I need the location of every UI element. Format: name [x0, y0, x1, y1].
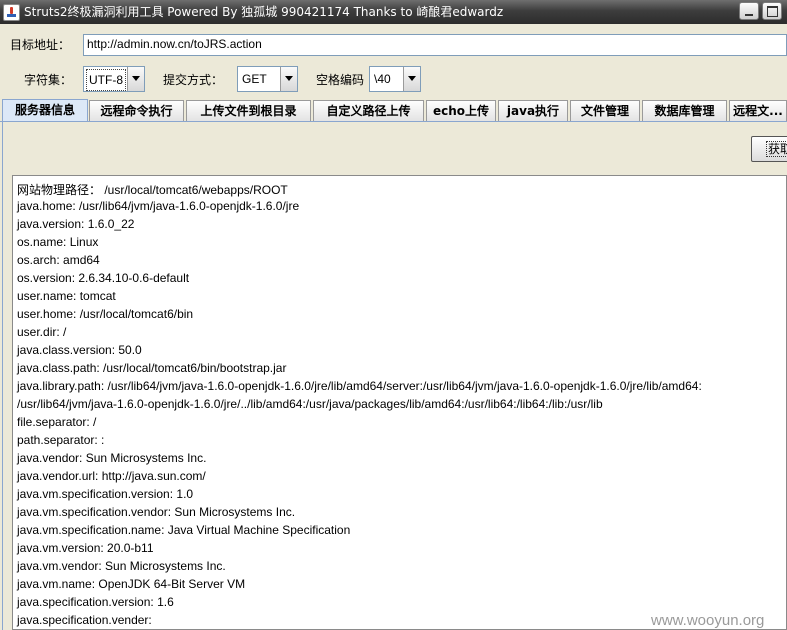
server-info-output[interactable]: 网站物理路径： /usr/local/tomcat6/webapps/ROOT …: [12, 175, 787, 630]
output-line: java.vm.specification.name: Java Virtual…: [17, 523, 351, 537]
tab-echo-upload[interactable]: echo上传: [426, 100, 496, 121]
charset-label: 字符集：: [24, 73, 73, 87]
output-line: java.vendor: Sun Microsystems Inc.: [17, 451, 207, 465]
target-url-label: 目标地址：: [10, 38, 71, 52]
output-line: os.arch: amd64: [17, 253, 100, 267]
output-line: /usr/lib64/jvm/java-1.6.0-openjdk-1.6.0/…: [17, 397, 603, 411]
minimize-icon[interactable]: [739, 2, 759, 20]
output-line: java.class.version: 50.0: [17, 343, 142, 357]
space-encoding-label: 空格编码: [316, 73, 365, 87]
output-line: user.name: tomcat: [17, 289, 116, 303]
output-line: java.vm.specification.version: 1.0: [17, 487, 194, 501]
tab-remote-file[interactable]: 远程文...: [729, 100, 787, 121]
chevron-down-icon[interactable]: [403, 67, 420, 91]
tab-custom-path-upload[interactable]: 自定义路径上传: [313, 100, 424, 121]
get-info-button[interactable]: 获取: [751, 136, 787, 162]
maximize-icon[interactable]: [762, 2, 782, 20]
output-line: java.vm.version: 20.0-b11: [17, 541, 154, 555]
tab-java-exec[interactable]: java执行: [498, 100, 568, 121]
output-line: java.specification.version: 1.6: [17, 595, 174, 609]
method-value: GET: [242, 72, 267, 86]
output-line: file.separator: /: [17, 415, 97, 429]
java-coffee-icon: [3, 4, 20, 21]
target-url-input[interactable]: http://admin.now.cn/toJRS.action: [83, 34, 787, 56]
tab-upload-root[interactable]: 上传文件到根目录: [186, 100, 311, 121]
tab-remote-command[interactable]: 远程命令执行: [89, 100, 184, 121]
title-bar[interactable]: Struts2终极漏洞利用工具 Powered By 独孤城 990421174…: [0, 0, 787, 24]
output-line: 网站物理路径： /usr/local/tomcat6/webapps/ROOT: [17, 183, 288, 197]
output-line: java.specification.vender:: [17, 613, 152, 627]
chevron-down-icon[interactable]: [127, 67, 144, 91]
tab-server-info[interactable]: 服务器信息: [2, 99, 88, 122]
tab-file-manager[interactable]: 文件管理: [570, 100, 640, 121]
output-line: java.version: 1.6.0_22: [17, 217, 135, 231]
output-line: user.home: /usr/local/tomcat6/bin: [17, 307, 194, 321]
output-line: java.class.path: /usr/local/tomcat6/bin/…: [17, 361, 287, 375]
output-line: os.name: Linux: [17, 235, 99, 249]
output-line: path.separator: :: [17, 433, 105, 447]
space-encoding-select[interactable]: \40: [369, 66, 421, 92]
method-label: 提交方式：: [163, 73, 224, 87]
tab-strip: 服务器信息 远程命令执行 上传文件到根目录 自定义路径上传 echo上传 jav…: [0, 99, 787, 122]
chevron-down-icon[interactable]: [280, 67, 297, 91]
output-line: user.dir: /: [17, 325, 67, 339]
output-line: os.version: 2.6.34.10-0.6-default: [17, 271, 190, 285]
charset-select[interactable]: UTF-8: [83, 66, 145, 92]
method-select[interactable]: GET: [237, 66, 298, 92]
window-title: Struts2终极漏洞利用工具 Powered By 独孤城 990421174…: [24, 5, 504, 19]
output-line: java.vm.specification.vendor: Sun Micros…: [17, 505, 296, 519]
output-line: java.vm.name: OpenJDK 64-Bit Server VM: [17, 577, 246, 591]
get-info-button-label: 获取: [766, 141, 787, 157]
watermark: www.wooyun.org: [651, 612, 765, 629]
charset-value: UTF-8: [86, 69, 126, 91]
output-line: java.home: /usr/lib64/jvm/java-1.6.0-ope…: [17, 199, 300, 213]
tab-database-manager[interactable]: 数据库管理: [642, 100, 727, 121]
output-line: java.vm.vendor: Sun Microsystems Inc.: [17, 559, 226, 573]
output-line: java.vendor.url: http://java.sun.com/: [17, 469, 206, 483]
space-encoding-value: \40: [374, 72, 391, 86]
output-line: java.library.path: /usr/lib64/jvm/java-1…: [17, 379, 702, 393]
